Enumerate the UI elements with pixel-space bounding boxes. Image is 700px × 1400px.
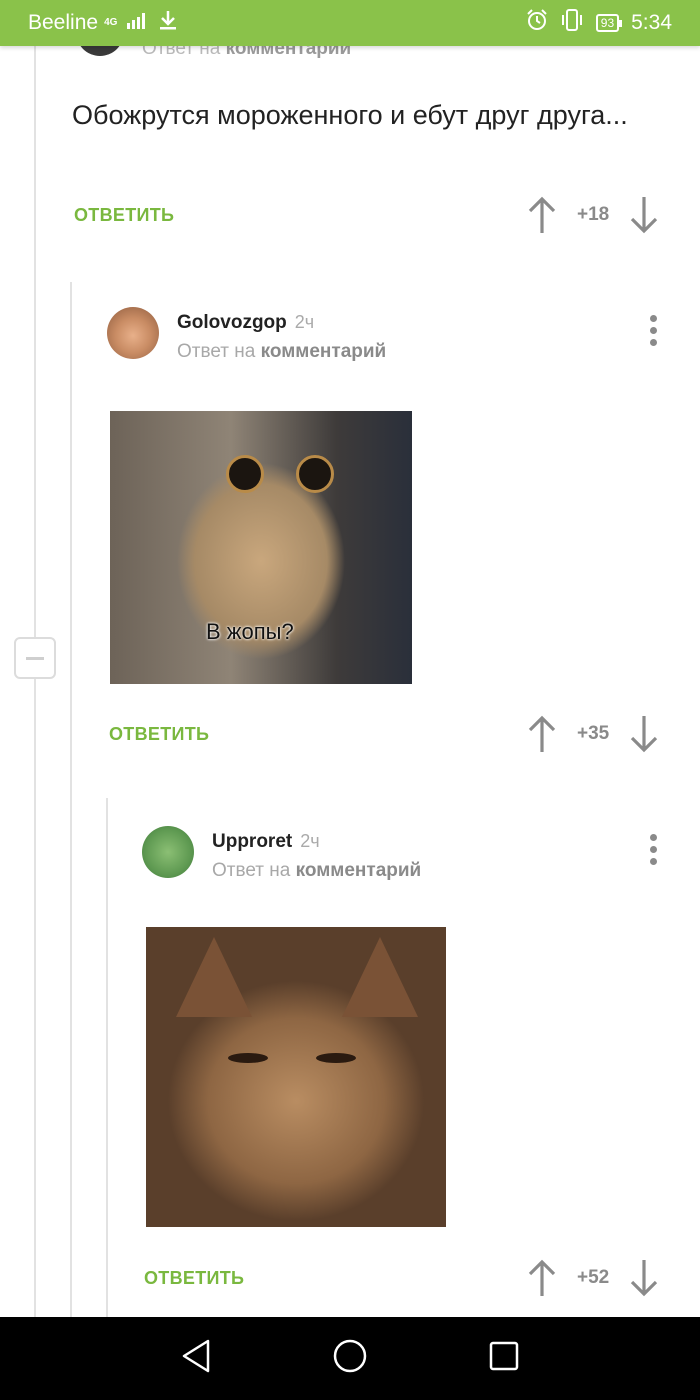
upvote-icon[interactable] bbox=[527, 1259, 557, 1297]
network-type: 4G bbox=[104, 17, 118, 28]
navigation-bar bbox=[0, 1317, 700, 1400]
reply-to-label: Ответ на комментарий bbox=[177, 341, 386, 363]
thread-line-level-3 bbox=[106, 798, 108, 1317]
vote-controls: +52 bbox=[527, 1259, 659, 1297]
reply-to-prefix: Ответ на bbox=[177, 341, 256, 362]
reply-to-link[interactable]: комментарий bbox=[296, 860, 422, 881]
comment-author[interactable]: Golovozgop 2ч bbox=[177, 312, 314, 334]
vibrate-icon bbox=[560, 9, 584, 37]
avatar[interactable] bbox=[107, 307, 159, 359]
comment-image[interactable] bbox=[146, 927, 446, 1227]
battery-icon: 93 bbox=[595, 14, 623, 32]
upvote-icon[interactable] bbox=[527, 715, 557, 753]
reply-to-prefix: Ответ на bbox=[212, 860, 291, 881]
thread-line-level-1 bbox=[34, 46, 36, 1317]
alarm-icon bbox=[526, 9, 548, 37]
comment-image[interactable]: В жопы? bbox=[110, 411, 412, 684]
clock: 5:34 bbox=[631, 11, 672, 34]
vote-controls: +35 bbox=[527, 715, 659, 753]
reply-button[interactable]: ОТВЕТИТЬ bbox=[144, 1268, 244, 1289]
cat-ear bbox=[342, 937, 418, 1017]
status-bar: Beeline 4G 93 5:34 bbox=[0, 0, 700, 46]
carrier-name: Beeline bbox=[28, 11, 99, 34]
cat-eye bbox=[228, 1053, 268, 1063]
comment-author[interactable]: Upproret 2ч bbox=[212, 831, 320, 853]
cat-eye bbox=[316, 1053, 356, 1063]
avatar[interactable] bbox=[142, 826, 194, 878]
cat-eye bbox=[226, 455, 264, 493]
downvote-icon[interactable] bbox=[629, 715, 659, 753]
reply-button[interactable]: ОТВЕТИТЬ bbox=[109, 724, 209, 745]
reply-button[interactable]: ОТВЕТИТЬ bbox=[74, 205, 174, 226]
thread-line-level-2 bbox=[70, 282, 72, 1317]
downvote-icon[interactable] bbox=[629, 196, 659, 234]
reply-to-link[interactable]: комментарий bbox=[261, 341, 387, 362]
reply-to-label: Ответ на комментарий bbox=[212, 860, 421, 882]
collapse-thread-button[interactable] bbox=[14, 637, 56, 679]
rating: +52 bbox=[577, 1267, 610, 1288]
comment-text: Обожрутся мороженного и ебут друг друга.… bbox=[72, 100, 628, 130]
download-icon bbox=[159, 10, 177, 36]
rating: +18 bbox=[577, 204, 610, 225]
cat-ear bbox=[176, 937, 252, 1017]
author-name[interactable]: Golovozgop bbox=[177, 312, 287, 333]
more-options-icon[interactable] bbox=[650, 315, 658, 351]
author-name[interactable]: Upproret bbox=[212, 831, 292, 852]
more-options-icon[interactable] bbox=[650, 834, 658, 870]
battery-level: 93 bbox=[600, 16, 615, 30]
back-icon[interactable] bbox=[180, 1339, 212, 1378]
cat-eye bbox=[296, 455, 334, 493]
comment-time: 2ч bbox=[300, 831, 320, 851]
rating: +35 bbox=[577, 723, 610, 744]
image-caption: В жопы? bbox=[206, 619, 294, 644]
recents-icon[interactable] bbox=[488, 1340, 520, 1377]
comment-time: 2ч bbox=[294, 312, 315, 332]
vote-controls: +18 bbox=[527, 196, 659, 234]
home-icon[interactable] bbox=[332, 1338, 368, 1379]
signal-icon bbox=[127, 11, 149, 35]
downvote-icon[interactable] bbox=[629, 1259, 659, 1297]
upvote-icon[interactable] bbox=[527, 196, 557, 234]
